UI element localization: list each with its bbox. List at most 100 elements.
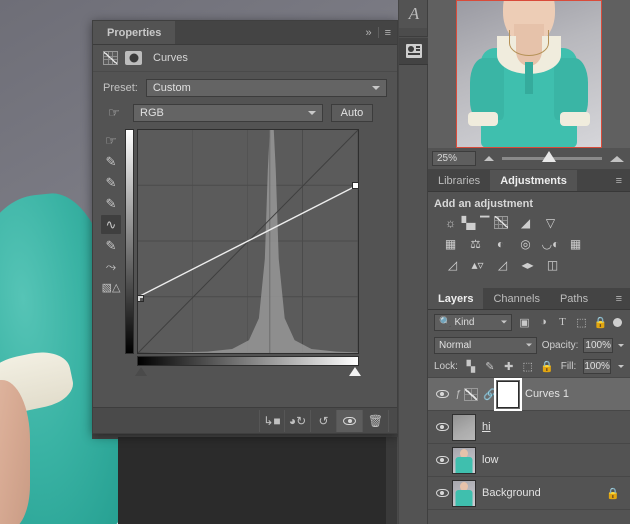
curve-point-tool-icon[interactable]: ∿ [101, 215, 121, 234]
blend-mode-select[interactable]: Normal [434, 336, 537, 354]
eyedropper-white-icon[interactable]: ✎ [101, 194, 121, 213]
fill-value[interactable]: 100% [583, 359, 612, 374]
toggle-visibility-button[interactable] [337, 409, 363, 432]
view-previous-state-button[interactable]: ◕↻ [285, 409, 311, 432]
curves-icon[interactable] [492, 215, 509, 230]
tab-libraries[interactable]: Libraries [428, 170, 490, 191]
levels-icon[interactable]: ▚▖▔ [462, 215, 490, 230]
layer-thumbnail[interactable] [452, 479, 476, 507]
exposure-icon[interactable]: ◢ [517, 215, 534, 230]
layer-visibility-toggle[interactable] [432, 423, 452, 431]
opacity-chevron-down-icon[interactable] [618, 343, 624, 347]
white-point-slider[interactable] [349, 367, 361, 376]
mask-icon[interactable] [125, 51, 142, 65]
collapse-panels-icon[interactable]: » [359, 21, 377, 44]
canvas-scrollbar[interactable] [386, 437, 397, 524]
smooth-curve-icon[interactable]: ⤳ [101, 257, 121, 276]
gradient-map-icon[interactable]: ◂▸ [519, 257, 536, 272]
black-point-slider[interactable] [135, 367, 147, 376]
filter-pixel-icon[interactable]: ▣ [518, 315, 531, 329]
layer-name-label[interactable]: Background [482, 487, 541, 499]
link-mask-icon[interactable]: 🔗 [483, 388, 497, 401]
channel-mixer-icon[interactable]: ◡◐ [542, 236, 560, 251]
navigator-preview[interactable] [456, 0, 602, 148]
filter-type-icon[interactable]: T [556, 315, 569, 329]
zoom-level-input[interactable]: 25% [432, 151, 476, 166]
posterize-icon[interactable]: ▴▿ [469, 257, 486, 272]
layer-mask-thumbnail[interactable] [494, 377, 522, 411]
filter-adjustment-icon[interactable]: ◑ [537, 315, 550, 329]
properties-panel-icon[interactable] [399, 37, 429, 65]
properties-tabbar: Properties » ≡ [93, 21, 397, 45]
tab-layers[interactable]: Layers [428, 288, 484, 309]
table-row[interactable]: hi [428, 411, 630, 444]
channel-select[interactable]: RGB [133, 103, 323, 122]
eyedropper-black-icon[interactable]: ✎ [101, 152, 121, 171]
filter-enable-toggle[interactable] [613, 317, 622, 327]
curve-control-point-shadow[interactable] [138, 295, 144, 302]
filter-shape-icon[interactable]: ⬚ [575, 315, 588, 329]
layer-visibility-toggle[interactable] [432, 390, 452, 398]
invert-icon[interactable]: ◿ [444, 257, 461, 272]
lock-image-pixels-icon[interactable]: ✎ [484, 360, 496, 374]
delete-adjustment-button[interactable]: 🗑 [363, 409, 389, 432]
color-lookup-icon[interactable]: ▦ [567, 236, 584, 251]
opacity-value[interactable]: 100% [583, 337, 613, 353]
fill-chevron-down-icon[interactable] [618, 365, 625, 368]
brightness-contrast-icon[interactable]: ☼ [442, 215, 459, 230]
curves-thumbnail-icon[interactable] [464, 387, 478, 401]
on-image-adjust-icon[interactable]: ☞ [103, 105, 125, 121]
vibrance-icon[interactable]: ▽ [542, 215, 559, 230]
tab-channels[interactable]: Channels [483, 288, 549, 309]
zoom-in-icon[interactable] [610, 155, 624, 162]
selective-color-icon[interactable]: ◫ [544, 257, 561, 272]
curve-grid[interactable] [137, 129, 359, 354]
reset-adjustment-button[interactable]: ↺ [311, 409, 337, 432]
preset-select[interactable]: Custom [145, 78, 387, 97]
filter-smart-object-icon[interactable]: 🔒 [594, 315, 608, 329]
auto-button[interactable]: Auto [331, 103, 373, 122]
table-row[interactable]: ƒ 🔗 Curves 1 [428, 377, 630, 411]
zoom-slider-thumb[interactable] [542, 151, 556, 162]
black-white-icon[interactable]: ◐ [492, 236, 509, 251]
layer-thumbnail[interactable] [452, 446, 476, 474]
layer-thumbnail[interactable] [452, 413, 476, 441]
tab-properties[interactable]: Properties [93, 21, 176, 44]
lock-transparent-pixels-icon[interactable]: ▚ [465, 360, 477, 374]
filter-kind-select[interactable]: 🔍 Kind [434, 313, 512, 331]
curve-control-point-highlight[interactable] [352, 182, 358, 189]
zoom-slider-track[interactable] [502, 151, 602, 162]
layer-name-label[interactable]: Curves 1 [525, 388, 569, 400]
navigator-panel[interactable] [428, 0, 630, 148]
clip-to-layer-button[interactable]: ↳■ [259, 409, 285, 432]
table-row[interactable]: low [428, 444, 630, 477]
hue-saturation-icon[interactable]: ▦ [442, 236, 459, 251]
layer-name-label[interactable]: low [482, 454, 499, 466]
preview-necklace [509, 30, 549, 56]
rgb-curve-line[interactable] [138, 130, 358, 353]
lock-all-icon[interactable]: 🔒 [540, 360, 554, 374]
color-balance-icon[interactable]: ⚖ [467, 236, 484, 251]
histogram-toggle-icon[interactable]: ▧△ [101, 278, 121, 297]
zoom-out-icon[interactable] [484, 156, 494, 161]
eyedropper-gray-icon[interactable]: ✎ [101, 173, 121, 192]
adjustments-tabbar: Libraries Adjustments ≡ [428, 170, 630, 192]
threshold-icon[interactable]: ◿ [494, 257, 511, 272]
lock-artboard-nesting-icon[interactable]: ⬚ [522, 360, 534, 374]
adjustments-menu-icon[interactable]: ≡ [608, 170, 630, 191]
photo-filter-icon[interactable]: ◎ [517, 236, 534, 251]
layers-menu-icon[interactable]: ≡ [608, 288, 630, 309]
properties-panel[interactable]: Properties » ≡ Curves Preset: Custom ☞ R… [92, 20, 398, 434]
layer-name-label[interactable]: hi [482, 421, 491, 433]
layer-visibility-toggle[interactable] [432, 489, 452, 497]
pencil-tool-icon[interactable]: ✎ [101, 236, 121, 255]
on-image-adjust-tool-icon[interactable]: ☞ [101, 131, 121, 150]
tab-paths[interactable]: Paths [550, 288, 598, 309]
lock-position-icon[interactable]: ✚ [503, 360, 515, 374]
layer-visibility-toggle[interactable] [432, 456, 452, 464]
character-panel-icon[interactable]: A [399, 0, 429, 28]
tab-adjustments[interactable]: Adjustments [490, 170, 577, 191]
panel-menu-icon[interactable]: ≡ [379, 21, 397, 44]
filter-kind-label: Kind [454, 316, 475, 328]
table-row[interactable]: Background 🔒 [428, 477, 630, 510]
